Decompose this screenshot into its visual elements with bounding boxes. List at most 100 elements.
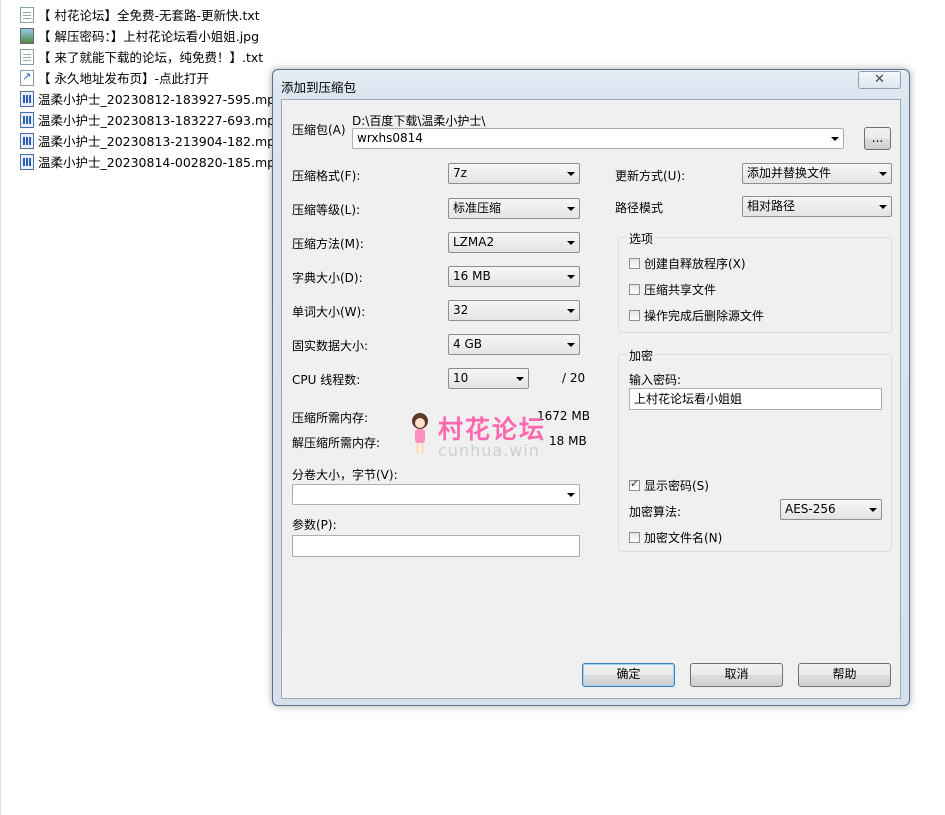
chevron-down-icon [567,309,575,313]
pathmode-value: 相对路径 [747,199,796,213]
file-item[interactable]: 【 来了就能下载的论坛，纯免费！】.txt [20,46,283,67]
file-item[interactable]: 【 村花论坛】全免费-无套路-更新快.txt [20,4,283,25]
password-input[interactable]: 上村花论坛看小姐姐 [629,388,882,410]
chevron-down-icon [879,172,887,176]
cancel-button[interactable]: 取消 [690,663,783,687]
text-file-icon [20,48,34,65]
volume-combo[interactable] [292,484,580,505]
params-input[interactable] [292,535,580,557]
solid-value: 4 GB [453,337,482,351]
file-item[interactable]: 温柔小护士_20230813-183227-693.mp4 [20,109,283,130]
mem-decompress-value: 18 MB [549,434,587,448]
checkbox-checked-icon [629,477,640,491]
level-label: 压缩等级(L): [292,203,361,217]
video-file-icon [20,132,34,149]
encrypt-method-select[interactable]: AES-256 [780,499,882,520]
cpu-max: / 20 [562,371,586,385]
pane-edge [0,0,1,815]
text-file-icon [20,6,34,23]
file-name: 【 解压密码：】上村花论坛看小姐姐.jpg [38,29,260,44]
encrypt-names-checkbox[interactable]: 加密文件名(N) [629,529,722,546]
method-value: LZMA2 [453,235,495,249]
file-name: 温柔小护士_20230813-183227-693.mp4 [38,113,284,128]
chevron-down-icon [567,172,575,176]
video-file-icon [20,90,34,107]
cpu-select[interactable]: 10 [448,368,529,389]
dict-value: 16 MB [453,269,491,283]
file-name: 【 村花论坛】全免费-无套路-更新快.txt [38,8,260,23]
word-select[interactable]: 32 [448,300,580,321]
pathmode-label: 路径模式 [615,201,664,215]
format-label: 压缩格式(F): [292,169,361,183]
checkbox-icon [629,310,640,321]
archive-name-value: wrxhs0814 [357,131,423,145]
delete-checkbox[interactable]: 操作完成后删除源文件 [629,307,764,324]
chevron-down-icon [567,493,575,497]
mem-compress-label: 压缩所需内存: [292,411,369,425]
options-title: 选项 [627,230,656,247]
file-name: 温柔小护士_20230812-183927-595.mp4 [38,92,284,107]
file-item[interactable]: 【 永久地址发布页】-点此打开 [20,67,283,88]
delete-label: 操作完成后删除源文件 [644,309,765,323]
show-password-label: 显示密码(S) [644,479,709,493]
file-item[interactable]: 温柔小护士_20230812-183927-595.mp4 [20,88,283,109]
method-select[interactable]: LZMA2 [448,232,580,253]
checkbox-icon [629,258,640,269]
dialog-client: 压缩包(A) D:\百度下载\温柔小护士\ wrxhs0814 ... 压缩格式… [281,99,901,699]
browse-button[interactable]: ... [864,127,891,150]
archive-name-combo[interactable]: wrxhs0814 [352,128,844,149]
level-value: 标准压缩 [453,201,502,215]
checkbox-icon [629,284,640,295]
file-item[interactable]: 温柔小护士_20230813-213904-182.mp4 [20,130,283,151]
checkbox-icon [629,532,640,543]
sfx-checkbox[interactable]: 创建自释放程序(X) [629,255,746,272]
shared-checkbox[interactable]: 压缩共享文件 [629,281,716,298]
archive-path: D:\百度下载\温柔小护士\ [352,114,486,128]
method-label: 压缩方法(M): [292,237,364,251]
file-list: 【 村花论坛】全免费-无套路-更新快.txt 【 解压密码：】上村花论坛看小姐姐… [20,4,283,172]
cpu-label: CPU 线程数: [292,373,361,387]
word-label: 单词大小(W): [292,305,366,319]
chevron-down-icon [567,207,575,211]
encryption-group: 加密 输入密码: 上村花论坛看小姐姐 显示密码(S) 加密算法: AES-256… [618,347,892,552]
dict-label: 字典大小(D): [292,271,363,285]
file-name: 【 来了就能下载的论坛，纯免费！】.txt [38,50,264,65]
params-label: 参数(P): [292,518,337,532]
options-group: 选项 创建自释放程序(X) 压缩共享文件 操作完成后删除源文件 [618,230,892,333]
format-select[interactable]: 7z [448,163,580,184]
password-label: 输入密码: [629,373,682,387]
shared-label: 压缩共享文件 [644,283,717,297]
chevron-down-icon [567,241,575,245]
close-button[interactable]: ✕ [858,71,901,89]
file-name: 温柔小护士_20230814-002820-185.mp4 [38,155,284,170]
shortcut-icon [20,69,34,86]
level-select[interactable]: 标准压缩 [448,198,580,219]
format-value: 7z [453,166,467,180]
ok-button[interactable]: 确定 [582,663,675,687]
help-button[interactable]: 帮助 [798,663,891,687]
archive-label: 压缩包(A) [292,123,346,137]
update-select[interactable]: 添加并替换文件 [742,163,892,184]
file-item[interactable]: 温柔小护士_20230814-002820-185.mp4 [20,151,283,172]
solid-label: 固实数据大小: [292,339,369,353]
volume-label: 分卷大小，字节(V): [292,468,398,482]
encryption-title: 加密 [627,347,656,364]
file-item[interactable]: 【 解压密码：】上村花论坛看小姐姐.jpg [20,25,283,46]
add-to-archive-dialog: 添加到压缩包 ✕ 压缩包(A) D:\百度下载\温柔小护士\ wrxhs0814… [272,69,910,706]
mem-decompress-label: 解压缩所需内存: [292,436,381,450]
encrypt-method-label: 加密算法: [629,505,682,519]
update-value: 添加并替换文件 [747,166,832,180]
chevron-down-icon [516,377,524,381]
dict-select[interactable]: 16 MB [448,266,580,287]
encrypt-names-label: 加密文件名(N) [644,531,723,545]
dialog-title: 添加到压缩包 [281,80,357,95]
show-password-checkbox[interactable]: 显示密码(S) [629,477,709,494]
chevron-down-icon [831,137,839,141]
video-file-icon [20,111,34,128]
sfx-label: 创建自释放程序(X) [644,257,746,271]
encrypt-method-value: AES-256 [785,502,836,516]
solid-select[interactable]: 4 GB [448,334,580,355]
video-file-icon [20,153,34,170]
file-name: 【 永久地址发布页】-点此打开 [38,71,209,86]
pathmode-select[interactable]: 相对路径 [742,196,892,217]
